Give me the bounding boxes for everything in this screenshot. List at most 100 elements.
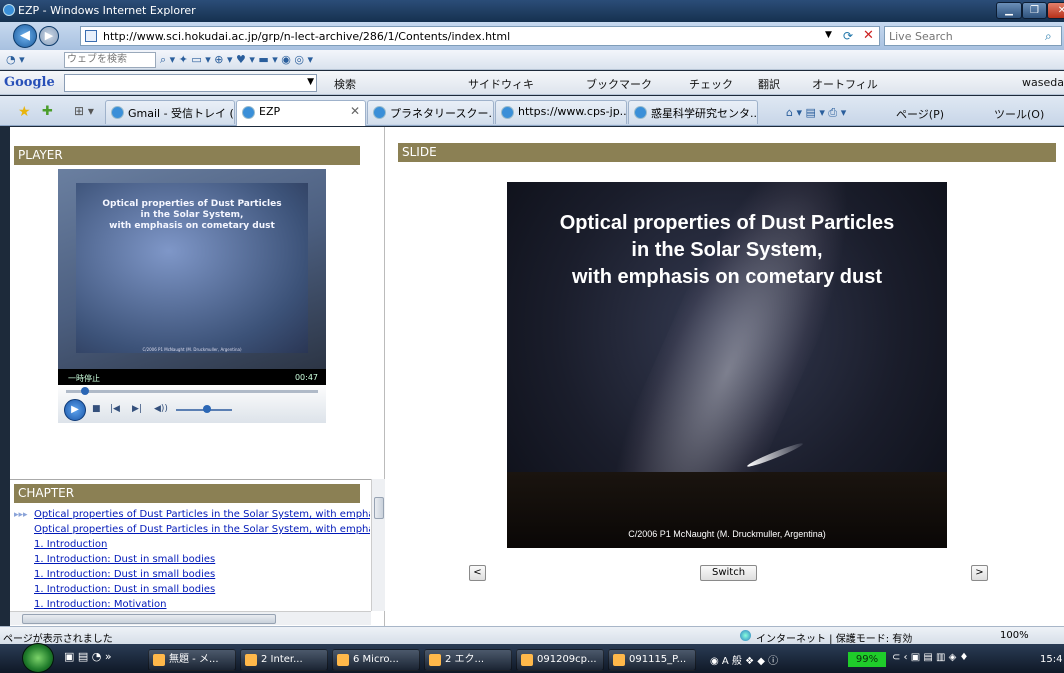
chapter-link[interactable]: Optical properties of Dust Particles in … <box>14 522 370 537</box>
google-search-button[interactable]: 検索 <box>334 76 356 92</box>
slide-title-line: with emphasis on cometary dust <box>571 266 883 288</box>
video-title-line: in the Solar System, <box>140 210 244 220</box>
close-button[interactable]: ✕ <box>1047 2 1064 19</box>
bookmarks-button[interactable]: ブックマーク <box>586 76 652 92</box>
minimize-button[interactable]: ▁ <box>996 2 1022 19</box>
quick-tabs-icon[interactable]: ⊞ ▾ <box>74 104 94 118</box>
scroll-thumb[interactable] <box>374 497 384 519</box>
chapter-link[interactable]: 1. Introduction: Dust in small bodies <box>14 552 370 567</box>
clock[interactable]: 15:4 <box>1040 654 1062 665</box>
zoom-level[interactable]: 100% <box>1000 630 1029 641</box>
tab-label: プラネタリースクー... <box>390 107 494 120</box>
live-search-input[interactable] <box>885 27 1035 45</box>
window-title: EZP - Windows Internet Explorer <box>18 4 196 17</box>
slide-title-line: in the Solar System, <box>631 239 823 261</box>
chapter-link-label: Optical properties of Dust Particles in … <box>34 509 370 520</box>
video-title-line: Optical properties of Dust Particles <box>102 199 282 209</box>
chapter-link[interactable]: 1. Introduction: Dust in small bodies <box>14 582 370 597</box>
tab-gmail[interactable]: Gmail - 受信トレイ (... <box>105 100 235 124</box>
pane-divider[interactable] <box>10 479 385 480</box>
previous-button[interactable]: |◀ <box>110 404 120 414</box>
taskbar-button-explorer[interactable]: 2 エク... <box>424 649 512 671</box>
taskbar-button-ppt[interactable]: 091115_P... <box>608 649 696 671</box>
maximize-button[interactable]: ❐ <box>1022 2 1047 19</box>
switch-button[interactable]: Switch <box>700 565 757 581</box>
slide-title: Optical properties of Dust Particles in … <box>507 210 947 291</box>
player-header: PLAYER <box>14 146 360 165</box>
ie-menu-icon[interactable]: ◔ ▾ <box>6 53 25 66</box>
favorites-star-icon[interactable]: ★ <box>18 104 31 120</box>
back-button[interactable]: ◀ <box>13 24 37 48</box>
taskbar-button-pdf[interactable]: 091209cp... <box>516 649 604 671</box>
web-search-box[interactable]: ウェブを検索 <box>64 52 156 68</box>
quick-launch-icons[interactable]: ▣ ▤ ◔ » <box>64 650 112 663</box>
video-player[interactable]: Optical properties of Dust Particles in … <box>58 169 326 423</box>
next-button[interactable]: ▶| <box>132 404 142 414</box>
next-slide-button[interactable]: > <box>971 565 988 581</box>
refresh-icon[interactable]: ⟳ <box>843 29 853 43</box>
tray-icons-right[interactable]: ⊂ ‹ ▣ ▤ ▥ ◈ ♦ <box>892 652 968 663</box>
tab-label: Gmail - 受信トレイ (... <box>128 107 235 120</box>
check-button[interactable]: チェック <box>689 76 733 92</box>
tab-planetary-center[interactable]: 惑星科学研究センタ... <box>628 100 758 124</box>
search-icon[interactable]: ⌕ <box>1045 29 1052 44</box>
security-zone[interactable]: インターネット | 保護モード: 有効 <box>756 630 912 645</box>
address-toolbar: ◀ ▶ http://www.sci.hokudai.ac.jp/grp/n-l… <box>0 22 1064 50</box>
chapter-horizontal-scrollbar[interactable] <box>10 611 371 625</box>
stop-button[interactable]: ■ <box>92 404 101 414</box>
playback-time: 00:47 <box>294 373 318 382</box>
forward-button[interactable]: ▶ <box>39 26 59 46</box>
stop-icon[interactable]: ✕ <box>863 28 874 43</box>
chapter-vertical-scrollbar[interactable] <box>371 479 385 611</box>
tab-page-icon <box>111 106 124 119</box>
battery-indicator[interactable]: 99% <box>848 652 886 667</box>
chapter-link[interactable]: 1. Introduction: Motivation <box>14 597 370 612</box>
playback-status: 一時停止 <box>68 374 100 383</box>
seek-bar[interactable] <box>66 387 318 395</box>
account-button[interactable]: waseda. <box>1022 76 1064 89</box>
google-search-input[interactable]: ▼ <box>64 74 317 92</box>
close-tab-icon[interactable]: ✕ <box>350 104 360 118</box>
video-frame[interactable]: Optical properties of Dust Particles in … <box>58 169 326 369</box>
tab-page-icon <box>373 106 386 119</box>
address-dropdown-icon[interactable]: ▼ <box>825 30 832 40</box>
toolbar-tools-icon[interactable]: ⌕ ▾ ✦ ▭ ▾ ⊕ ▾ ♥ ▾ ▬ ▾ ◉ ◎ ▾ <box>160 53 313 67</box>
add-favorite-icon[interactable]: ✚ <box>42 104 53 119</box>
tab-cps-jp[interactable]: https://www.cps-jp... <box>495 100 627 124</box>
seek-knob[interactable] <box>81 387 89 395</box>
chapter-link[interactable]: 1. Introduction <box>14 537 370 552</box>
player-controls: ▶ ■ |◀ ▶| ◀)) <box>58 385 326 423</box>
taskbar-button-notepad[interactable]: 無題 - メ... <box>148 649 236 671</box>
tab-label: 惑星科学研究センタ... <box>651 107 758 120</box>
tab-ezp[interactable]: EZP ✕ <box>236 100 366 126</box>
autofill-button[interactable]: オートフィル <box>812 76 878 92</box>
live-search-box[interactable]: ⌕ <box>884 26 1062 46</box>
tab-page-icon <box>634 106 647 119</box>
video-title-line: with emphasis on cometary dust <box>109 221 275 231</box>
tab-page-icon <box>501 106 514 119</box>
chevron-down-icon[interactable]: ▼ <box>307 77 314 87</box>
address-field[interactable]: http://www.sci.hokudai.ac.jp/grp/n-lect-… <box>80 26 880 46</box>
tab-planetary-school[interactable]: プラネタリースクー... <box>367 100 494 124</box>
page-menu[interactable]: ページ(P) <box>896 106 944 122</box>
chapter-link[interactable]: 1. Introduction: Dust in small bodies <box>14 567 370 582</box>
tools-menu[interactable]: ツール(O) <box>994 106 1044 122</box>
chapter-header: CHAPTER <box>14 484 360 503</box>
translate-button[interactable]: 翻訳 <box>758 76 780 92</box>
chapter-link[interactable]: ▸▸▸ Optical properties of Dust Particles … <box>14 507 370 522</box>
volume-knob[interactable] <box>203 405 211 413</box>
previous-slide-button[interactable]: < <box>469 565 486 581</box>
scroll-thumb[interactable] <box>22 614 276 624</box>
volume-icon[interactable]: ◀)) <box>154 404 168 414</box>
tab-label: EZP <box>259 105 281 118</box>
taskbar-button-office[interactable]: 6 Micro... <box>332 649 420 671</box>
command-bar: ◔ ▾ ウェブを検索 ⌕ ▾ ✦ ▭ ▾ ⊕ ▾ ♥ ▾ ▬ ▾ ◉ ◎ ▾ <box>0 50 1064 70</box>
start-button[interactable] <box>22 643 54 673</box>
tray-icons[interactable]: ◉ A 般 ❖ ◆ ⓘ <box>710 652 778 667</box>
home-icon[interactable]: ⌂ ▾ ▤ ▾ ⎙ ▾ <box>786 106 846 120</box>
sidewiki-button[interactable]: サイドウィキ <box>468 76 534 92</box>
taskbar-button-ie[interactable]: 2 Inter... <box>240 649 328 671</box>
page-content: PLAYER Optical properties of Dust Partic… <box>10 127 1064 626</box>
play-button[interactable]: ▶ <box>64 399 86 421</box>
ie-logo-icon <box>3 4 15 16</box>
